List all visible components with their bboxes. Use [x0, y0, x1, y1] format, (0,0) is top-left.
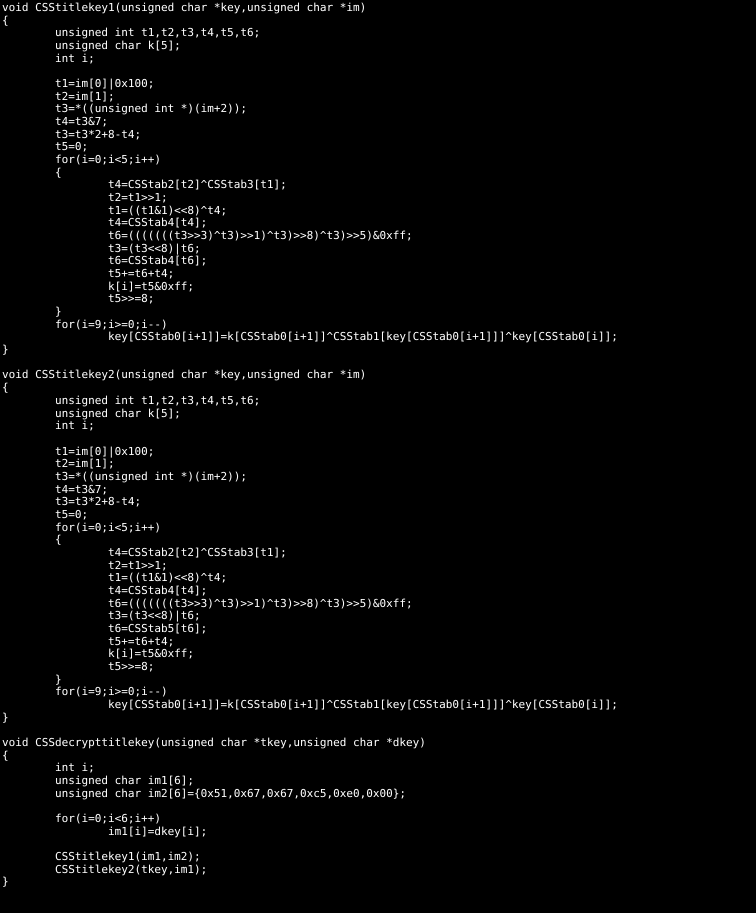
code-line: t5=0; — [2, 507, 89, 521]
code-line: t4=t3&7; — [2, 115, 108, 129]
code-line: CSStitlekey1(im1,im2); — [2, 850, 201, 864]
code-line: t2=im[1]; — [2, 457, 115, 471]
code-line: void CSStitlekey1(unsigned char *key,uns… — [2, 1, 367, 14]
code-line: } — [2, 875, 9, 889]
code-line: t3=t3*2+8-t4; — [2, 127, 142, 141]
code-line: t5>>=8; — [2, 292, 155, 306]
code-line: t4=CSStab4[t4]; — [2, 583, 208, 597]
code-line: CSStitlekey2(tkey,im1); — [2, 862, 208, 876]
code-line: void CSSdecrypttitlekey(unsigned char *t… — [2, 735, 426, 749]
code-line: im1[i]=dkey[i]; — [2, 824, 208, 838]
code-line: int i; — [2, 51, 95, 65]
code-line: for(i=0;i<6;i++) — [2, 812, 161, 825]
code-line: unsigned int t1,t2,t3,t4,t5,t6; — [2, 393, 261, 407]
code-line: } — [2, 710, 9, 724]
code-line: t2=t1>>1; — [2, 191, 168, 205]
code-line: t6=CSStab5[t6]; — [2, 621, 208, 635]
code-line: t5>>=8; — [2, 659, 155, 673]
code-line: t3=*((unsigned int *)(im+2)); — [2, 102, 248, 116]
code-line: key[CSStab0[i+1]]=k[CSStab0[i+1]]^CSStab… — [2, 330, 618, 344]
code-line: unsigned char k[5]; — [2, 39, 181, 53]
code-line: { — [2, 381, 9, 395]
code-line: unsigned char k[5]; — [2, 406, 181, 420]
code-line: t1=((t1&1)<<8)^t4; — [2, 571, 228, 585]
code-line: { — [2, 533, 62, 547]
code-line: unsigned char im2[6]={0x51,0x67,0x67,0xc… — [2, 786, 406, 800]
code-line: t4=CSStab2[t2]^CSStab3[t1]; — [2, 545, 287, 559]
code-line: int i; — [2, 419, 95, 433]
code-line: t3=*((unsigned int *)(im+2)); — [2, 469, 248, 483]
code-line: } — [2, 343, 9, 357]
code-line: t6=(((((((t3>>3)^t3)>>1)^t3)>>8)^t3)>>5)… — [2, 229, 413, 243]
code-line: unsigned char im1[6]; — [2, 773, 195, 787]
code-line: t3=t3*2+8-t4; — [2, 495, 142, 509]
code-line: key[CSStab0[i+1]]=k[CSStab0[i+1]]^CSStab… — [2, 697, 618, 711]
source-code-listing: void CSStitlekey1(unsigned char *key,uns… — [0, 0, 756, 890]
code-line: t1=im[0]|0x100; — [2, 77, 155, 91]
code-line: { — [2, 748, 9, 762]
code-line: t1=im[0]|0x100; — [2, 444, 155, 458]
code-line: for(i=0;i<5;i++) — [2, 520, 161, 534]
code-line: } — [2, 305, 62, 319]
code-line: for(i=0;i<5;i++) — [2, 153, 161, 167]
code-line: void CSStitlekey2(unsigned char *key,uns… — [2, 368, 367, 382]
code-line: t5+=t6+t4; — [2, 267, 175, 281]
